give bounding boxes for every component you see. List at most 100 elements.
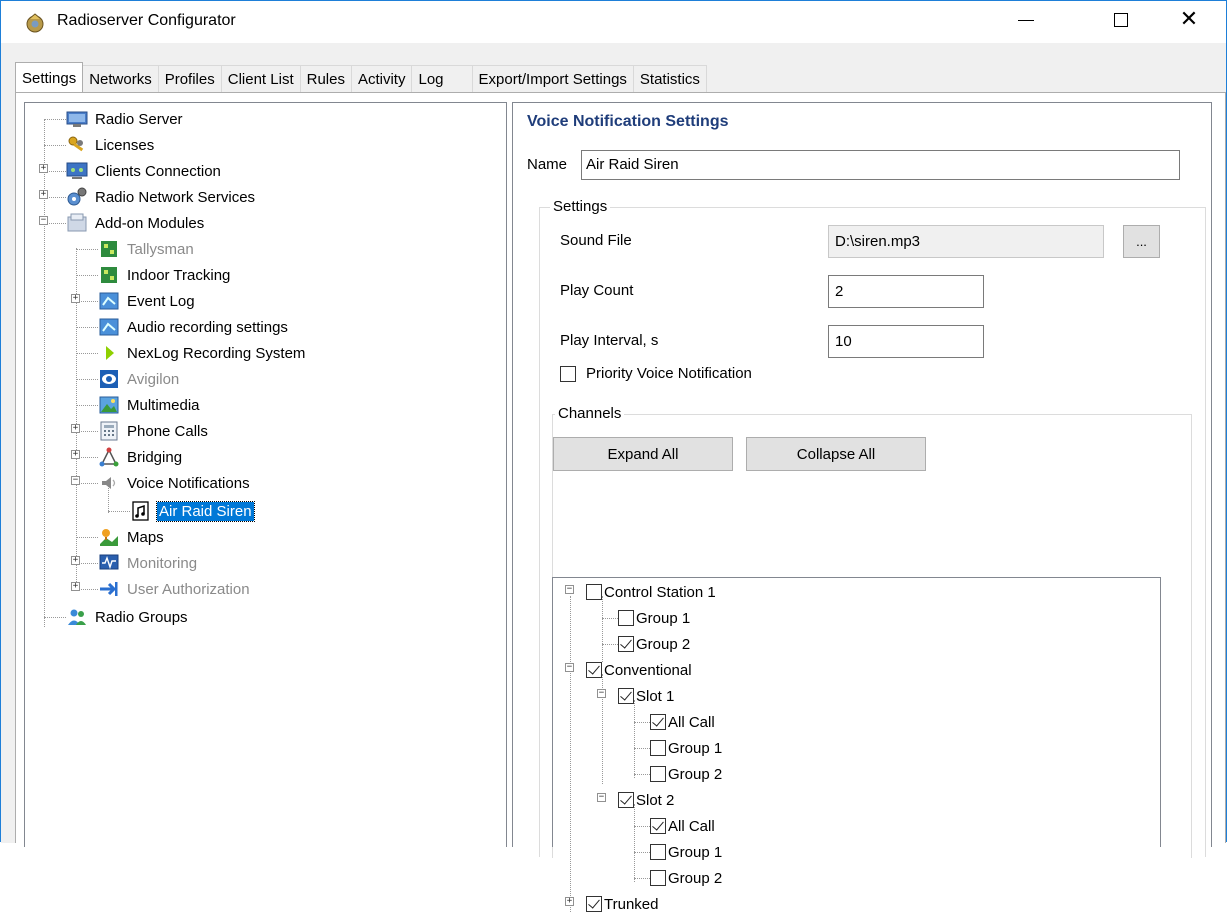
channel-trunked[interactable]: Trunked	[586, 892, 658, 916]
channel-checkbox[interactable]	[650, 714, 666, 730]
tab-profiles[interactable]: Profiles	[157, 65, 222, 92]
maximize-icon	[1114, 13, 1128, 27]
priority-voice-notification-checkbox[interactable]: Priority Voice Notification	[560, 365, 752, 382]
channel-checkbox[interactable]	[618, 636, 634, 652]
minimize-button[interactable]	[996, 1, 1056, 39]
name-label: Name	[527, 156, 568, 173]
tree-item-bridging[interactable]: Bridging	[98, 444, 184, 470]
tree-item-label: Monitoring	[127, 554, 198, 572]
channel-control-station-1[interactable]: Control Station 1	[586, 580, 716, 604]
channel-label: Group 2	[668, 869, 723, 887]
tab-export-import-settings[interactable]: Export/Import Settings	[471, 65, 634, 92]
collapse-toggle[interactable]: −	[565, 663, 574, 672]
channel-checkbox[interactable]	[586, 896, 602, 912]
browse-button[interactable]: ...	[1123, 225, 1160, 258]
collapse-toggle[interactable]: −	[565, 585, 574, 594]
map-icon	[100, 529, 118, 546]
tab-log[interactable]: Log	[411, 65, 473, 92]
tree-item-phone-calls[interactable]: Phone Calls	[98, 418, 210, 444]
channel-checkbox[interactable]	[618, 610, 634, 626]
tree-item-monitoring[interactable]: Monitoring	[98, 550, 199, 576]
channel-slot-2-all-call[interactable]: All Call	[650, 814, 715, 838]
collapse-toggle[interactable]: −	[597, 689, 606, 698]
tree-item-label: User Authorization	[127, 580, 250, 598]
channel-checkbox[interactable]	[650, 766, 666, 782]
maximize-button[interactable]	[1091, 1, 1151, 39]
play-count-input[interactable]: 2	[828, 275, 984, 308]
priority-checkbox-box[interactable]	[560, 365, 576, 382]
tab-settings[interactable]: Settings	[15, 62, 84, 92]
tab-networks[interactable]: Networks	[82, 65, 159, 92]
channel-slot-2[interactable]: Slot 2	[618, 788, 674, 812]
tree-item-air-raid-siren[interactable]: Air Raid Siren	[130, 498, 255, 524]
channel-slot-1-group-2[interactable]: Group 2	[650, 762, 722, 786]
expand-toggle[interactable]: +	[39, 190, 48, 199]
tree-item-indoor-tracking[interactable]: Indoor Tracking	[98, 262, 232, 288]
collapse-toggle[interactable]: −	[597, 793, 606, 802]
channel-slot-2-group-2[interactable]: Group 2	[650, 866, 722, 890]
channel-checkbox[interactable]	[618, 688, 634, 704]
collapse-all-button[interactable]: Collapse All	[746, 437, 926, 471]
collapse-toggle[interactable]: −	[39, 216, 48, 225]
tree-item-nexlog-recording-system[interactable]: NexLog Recording System	[98, 340, 307, 366]
sound-file-field[interactable]: D:\siren.mp3	[828, 225, 1104, 258]
channel-label: All Call	[668, 713, 715, 731]
tree-item-radio-network-services[interactable]: Radio Network Services	[66, 184, 257, 210]
name-input[interactable]: Air Raid Siren	[581, 150, 1180, 180]
play-interval-input[interactable]: 10	[828, 325, 984, 358]
expand-toggle[interactable]: +	[71, 450, 80, 459]
expand-toggle[interactable]: +	[71, 294, 80, 303]
channel-slot-2-group-1[interactable]: Group 1	[650, 840, 722, 864]
tree-item-user-authorization[interactable]: User Authorization	[98, 576, 252, 602]
channel-checkbox[interactable]	[650, 870, 666, 886]
module-icon	[101, 267, 117, 283]
tab-rules[interactable]: Rules	[299, 65, 352, 92]
channel-checkbox[interactable]	[650, 818, 666, 834]
channel-checkbox[interactable]	[586, 584, 602, 600]
settings-tab-page: Radio Server Licenses + Clients Connecti…	[15, 92, 1226, 913]
expand-toggle[interactable]: +	[71, 582, 80, 591]
channel-slot-1[interactable]: Slot 1	[618, 684, 674, 708]
tree-connector	[634, 748, 650, 749]
channel-checkbox[interactable]	[618, 792, 634, 808]
tree-item-avigilon[interactable]: Avigilon	[98, 366, 181, 392]
expand-toggle[interactable]: +	[71, 556, 80, 565]
channel-slot-1-group-1[interactable]: Group 1	[650, 736, 722, 760]
channels-tree[interactable]: − Control Station 1 Group 1 Group 2 − Co…	[552, 577, 1161, 913]
collapse-toggle[interactable]: −	[71, 476, 80, 485]
channel-slot-1-all-call[interactable]: All Call	[650, 710, 715, 734]
tree-connector	[602, 596, 603, 662]
tree-item-add-on-modules[interactable]: Add-on Modules	[66, 210, 206, 236]
tree-item-label: Radio Network Services	[95, 188, 256, 206]
tree-item-maps[interactable]: Maps	[98, 524, 166, 550]
channel-group-2[interactable]: Group 2	[618, 632, 690, 656]
tree-item-radio-groups[interactable]: Radio Groups	[66, 604, 190, 630]
tree-item-tallysman[interactable]: Tallysman	[98, 236, 196, 262]
tab-statistics[interactable]: Statistics	[632, 65, 707, 92]
settings-tree[interactable]: Radio Server Licenses + Clients Connecti…	[24, 102, 507, 847]
expand-all-button[interactable]: Expand All	[553, 437, 733, 471]
channel-checkbox[interactable]	[650, 740, 666, 756]
tree-connector	[634, 722, 650, 723]
expand-toggle[interactable]: +	[565, 897, 574, 906]
tree-item-radio-server[interactable]: Radio Server	[66, 106, 185, 132]
server-icon	[66, 111, 88, 127]
tree-item-licenses[interactable]: Licenses	[66, 132, 156, 158]
channel-label: Group 1	[668, 843, 723, 861]
channel-checkbox[interactable]	[650, 844, 666, 860]
tree-item-clients-connection[interactable]: Clients Connection	[66, 158, 223, 184]
tree-item-label: Avigilon	[127, 370, 180, 388]
channel-checkbox[interactable]	[586, 662, 602, 678]
tree-item-event-log[interactable]: Event Log	[98, 288, 197, 314]
tree-item-multimedia[interactable]: Multimedia	[98, 392, 202, 418]
tree-item-audio-recording-settings[interactable]: Audio recording settings	[98, 314, 290, 340]
tree-item-voice-notifications[interactable]: Voice Notifications	[98, 470, 252, 496]
close-button[interactable]: ✕	[1159, 1, 1219, 39]
expand-toggle[interactable]: +	[71, 424, 80, 433]
channel-group-1[interactable]: Group 1	[618, 606, 690, 630]
tab-client-list[interactable]: Client List	[220, 65, 301, 92]
expand-toggle[interactable]: +	[39, 164, 48, 173]
channel-conventional[interactable]: Conventional	[586, 658, 692, 682]
tab-activity[interactable]: Activity	[350, 65, 413, 92]
priority-checkbox-label: Priority Voice Notification	[586, 365, 752, 382]
